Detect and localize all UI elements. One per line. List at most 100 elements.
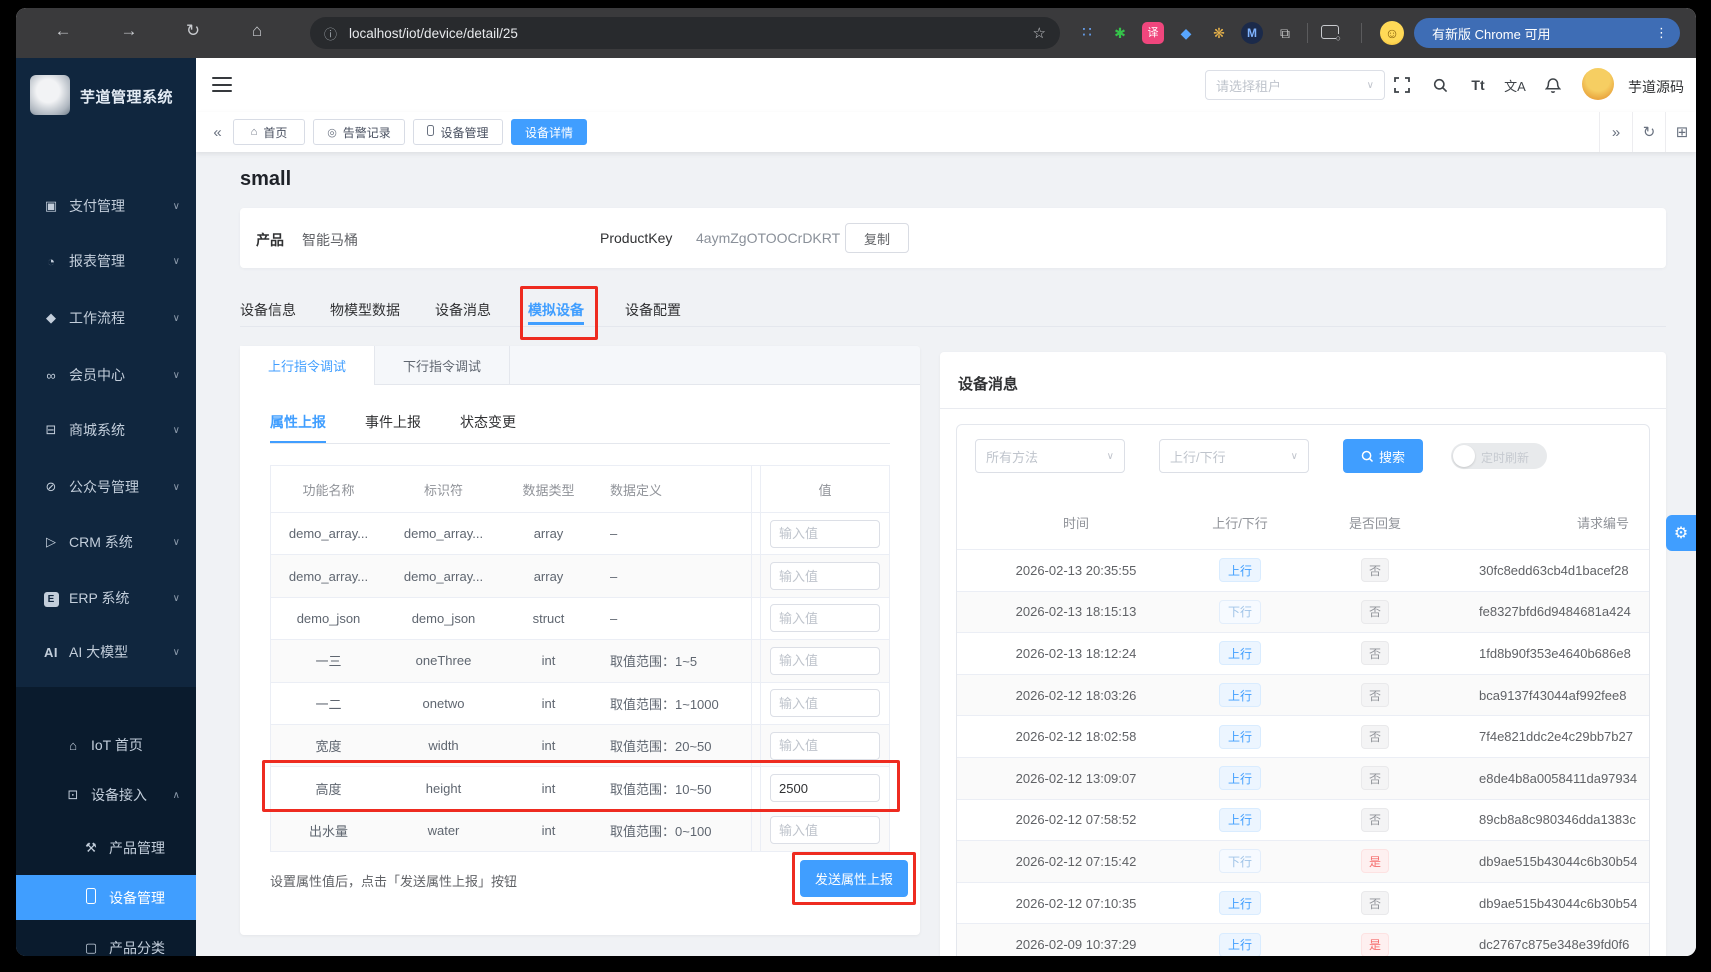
value-input[interactable]	[770, 604, 880, 632]
tenant-select[interactable]: 请选择租户 ∨	[1205, 70, 1385, 100]
search-icon	[1361, 450, 1374, 463]
sidebar-item-member[interactable]: ∞ 会员中心 ∨	[16, 355, 196, 395]
active-subtab-underline	[270, 441, 326, 443]
toggle-knob	[1453, 445, 1475, 467]
sidebar-item-label: 会员中心	[69, 365, 125, 385]
extension-icon[interactable]: M	[1241, 22, 1263, 44]
direction-tag: 上行	[1219, 933, 1261, 956]
member-icon: ∞	[42, 368, 60, 383]
home-icon: ⌂	[251, 126, 258, 138]
value-input[interactable]	[770, 647, 880, 675]
sidebar-item-iot-home[interactable]: ⌂ IoT 首页	[16, 725, 196, 765]
reload-icon[interactable]: ↻	[180, 21, 206, 41]
translate-extension-icon[interactable]: 译	[1142, 22, 1164, 44]
divider	[940, 408, 1666, 409]
sidebar-item-payment[interactable]: ▣ 支付管理 ∨	[16, 186, 196, 226]
tags-scroll-left-icon[interactable]: «	[201, 112, 234, 152]
collapse-menu-icon[interactable]	[212, 77, 232, 92]
sidebar-item-crm[interactable]: ▷ CRM 系统 ∨	[16, 522, 196, 562]
sidebar-item-product-category[interactable]: ▢ 产品分类	[16, 928, 196, 956]
tag-label: 设备详情	[525, 124, 573, 141]
fullscreen-icon[interactable]	[1388, 74, 1416, 96]
value-input[interactable]	[770, 562, 880, 590]
reply-tag: 否	[1361, 641, 1389, 665]
tag-tab-alarm[interactable]: ◎ 告警记录	[313, 119, 405, 145]
subtab-state-change[interactable]: 状态变更	[460, 412, 516, 432]
browser-menu-icon[interactable]: ⋮	[1655, 25, 1668, 41]
tags-menu-icon[interactable]: ⊞	[1665, 112, 1696, 152]
tags-scroll-right-icon[interactable]: »	[1599, 112, 1632, 152]
tab-thing-model-data[interactable]: 物模型数据	[330, 300, 400, 320]
search-button-label: 搜索	[1379, 447, 1405, 466]
user-name[interactable]: 芋道源码	[1628, 77, 1684, 97]
theme-settings-gear-button[interactable]: ⚙	[1666, 515, 1696, 551]
extension-icon[interactable]: ∷	[1076, 22, 1098, 44]
send-hint-text: 设置属性值后，点击「发送属性上报」按钮	[270, 871, 517, 890]
tags-refresh-icon[interactable]: ↻	[1632, 112, 1665, 152]
tab-uplink-debug[interactable]: 上行指令调试	[240, 346, 375, 385]
tag-tab-home[interactable]: ⌂ 首页	[233, 119, 305, 145]
value-input[interactable]	[770, 816, 880, 844]
tab-downlink-debug[interactable]: 下行指令调试	[375, 346, 510, 385]
tab-device-info[interactable]: 设备信息	[240, 300, 296, 320]
sidebar-item-mp[interactable]: ⊘ 公众号管理 ∨	[16, 467, 196, 507]
sidebar-item-report[interactable]: ◔ 报表管理 ∨	[16, 241, 196, 281]
sidebar-item-workflow[interactable]: ◆ 工作流程 ∨	[16, 298, 196, 338]
auto-refresh-toggle[interactable]: 定时刷新	[1451, 443, 1547, 469]
search-icon[interactable]	[1426, 74, 1454, 96]
tab-device-config[interactable]: 设备配置	[625, 300, 681, 320]
extensions-puzzle-icon[interactable]: ⧉	[1274, 22, 1296, 44]
bookmark-star-icon[interactable]: ☆	[1033, 24, 1046, 42]
divider	[1307, 23, 1308, 43]
extension-icon[interactable]: ✱	[1109, 22, 1131, 44]
col-header-request-id: 请求编号	[1465, 513, 1649, 532]
back-icon[interactable]: ←	[50, 21, 76, 41]
value-input[interactable]	[770, 732, 880, 760]
monitor-icon: ⊡	[64, 787, 82, 803]
sidebar-item-device-access[interactable]: ⊡ 设备接入 ∧	[16, 775, 196, 815]
sidebar-item-product-mgmt[interactable]: ⚒ 产品管理	[16, 828, 196, 868]
home-icon[interactable]: ⌂	[244, 21, 270, 41]
site-info-icon[interactable]: ⓘ	[324, 24, 337, 43]
col-header-direction: 上行/下行	[1195, 513, 1285, 532]
send-property-report-button[interactable]: 发送属性上报	[800, 860, 908, 897]
main-content: small 产品 智能马桶 ProductKey 4aymZgOTOOCrDKR…	[196, 152, 1696, 956]
subtab-property-report[interactable]: 属性上报	[270, 412, 326, 432]
user-avatar[interactable]	[1582, 68, 1614, 100]
search-button[interactable]: 搜索	[1343, 439, 1423, 473]
sidebar-item-label: 报表管理	[69, 251, 125, 271]
tag-tab-device-detail[interactable]: 设备详情	[511, 119, 587, 145]
copy-button[interactable]: 复制	[845, 223, 909, 253]
tab-simulate-device[interactable]: 模拟设备	[528, 300, 584, 320]
chevron-down-icon: ∨	[1291, 451, 1298, 462]
subtab-event-report[interactable]: 事件上报	[365, 412, 421, 432]
value-input[interactable]	[770, 689, 880, 717]
tag-tab-device-mgmt[interactable]: 设备管理	[413, 119, 503, 145]
profile-avatar[interactable]: ☺	[1380, 21, 1404, 45]
notification-bell-icon[interactable]	[1539, 74, 1567, 96]
select-placeholder: 上行/下行	[1170, 447, 1226, 466]
sidebar-item-mall[interactable]: ⊟ 商城系统 ∨	[16, 410, 196, 450]
col-header-datatype: 数据类型	[501, 480, 596, 499]
chrome-update-button[interactable]: 有新版 Chrome 可用 ⋮	[1414, 18, 1680, 48]
address-bar[interactable]: ⓘ localhost/iot/device/detail/25 ☆	[310, 17, 1060, 49]
extension-icon[interactable]: ❋	[1208, 22, 1230, 44]
tab-device-message[interactable]: 设备消息	[435, 300, 491, 320]
erp-icon: E	[42, 590, 60, 607]
sidebar-item-device-mgmt[interactable]: 设备管理	[16, 875, 196, 920]
forward-icon[interactable]: →	[116, 21, 142, 41]
extension-icon[interactable]: ◆	[1175, 22, 1197, 44]
chevron-down-icon: ∨	[173, 201, 180, 212]
url-text[interactable]: localhost/iot/device/detail/25	[349, 26, 1033, 41]
screen-capture-icon[interactable]: ○	[1321, 25, 1339, 39]
value-input[interactable]	[770, 520, 880, 548]
direction-filter-select[interactable]: 上行/下行 ∨	[1159, 439, 1309, 473]
method-filter-select[interactable]: 所有方法 ∨	[975, 439, 1125, 473]
sidebar-item-erp[interactable]: E ERP 系统 ∨	[16, 578, 196, 618]
workflow-icon: ◆	[42, 310, 60, 326]
font-size-icon[interactable]: Tt	[1464, 74, 1492, 96]
divider	[1361, 23, 1362, 43]
translate-icon[interactable]: 文A	[1501, 74, 1529, 96]
height-value-input[interactable]	[770, 774, 880, 802]
reply-tag: 否	[1361, 558, 1389, 582]
